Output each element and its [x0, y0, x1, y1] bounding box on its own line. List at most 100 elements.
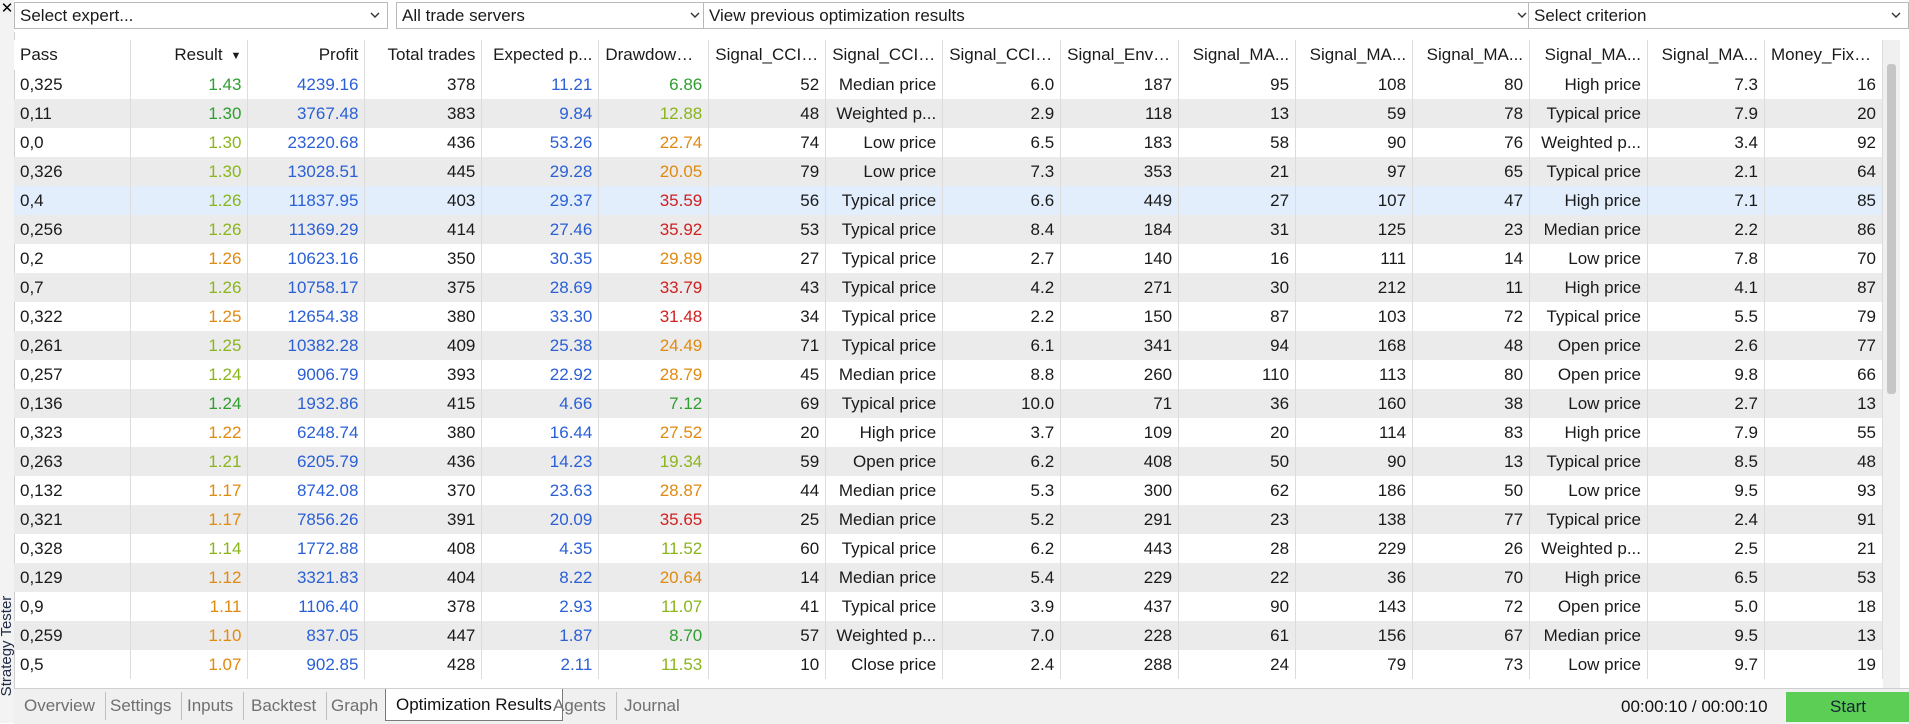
table-cell: 14	[1412, 244, 1531, 273]
table-cell: 183	[1060, 128, 1180, 157]
table-row[interactable]: 0,4 1.26 11837.95 403 29.37 35.59 56 Typical pr…	[14, 186, 1883, 215]
table-cell: Open price	[1529, 360, 1648, 389]
table-cell: 0,263	[14, 447, 132, 476]
table-cell: 14	[708, 563, 827, 592]
table-cell: High price	[1529, 563, 1648, 592]
table-cell: 48	[1412, 331, 1531, 360]
table-cell: 6.2	[942, 447, 1062, 476]
table-row[interactable]: 0,9 1.11 1106.40 378 2.93 11.07 41 Typical pric…	[14, 592, 1883, 621]
table-cell: 2.2	[1647, 215, 1765, 244]
table-cell: 27.52	[598, 418, 710, 447]
table-cell: 1.26	[130, 215, 249, 244]
table-row[interactable]: 0,263 1.21 6205.79 436 14.23 19.34 59 Open pric…	[14, 447, 1883, 476]
column-header[interactable]: Signal_MA...	[1295, 40, 1414, 70]
column-header[interactable]: Money_FixM...	[1764, 40, 1883, 70]
column-header[interactable]: Profit	[247, 40, 366, 70]
table-row[interactable]: 0,0 1.30 23220.68 436 53.26 22.74 74 Low price 6…	[14, 128, 1883, 157]
tab-optimization-results[interactable]: Optimization Results	[385, 689, 563, 721]
table-cell: 403	[364, 186, 483, 215]
table-cell: Typical price	[825, 534, 944, 563]
table-cell: 86	[1764, 215, 1883, 244]
table-cell: 408	[1060, 447, 1180, 476]
scrollbar-thumb[interactable]	[1887, 64, 1896, 394]
column-header[interactable]: Signal_MA...	[1529, 40, 1648, 70]
table-row[interactable]: 0,325 1.43 4239.16 378 11.21 6.86 52 Median pri…	[14, 70, 1883, 99]
tab-graph[interactable]: Graph	[321, 692, 390, 720]
table-cell: 20	[708, 418, 827, 447]
table-cell: 156	[1295, 621, 1414, 650]
table-cell: Low price	[1529, 389, 1648, 418]
table-cell: 90	[1178, 592, 1297, 621]
table-row[interactable]: 0,2 1.26 10623.16 350 30.35 29.89 27 Typical pr…	[14, 244, 1883, 273]
table-row[interactable]: 0,321 1.17 7856.26 391 20.09 35.65 25 Median pr…	[14, 505, 1883, 534]
table-row[interactable]: 0,322 1.25 12654.38 380 33.30 31.48 34 Typical …	[14, 302, 1883, 331]
table-row[interactable]: 0,5 1.07 902.85 428 2.11 11.53 10 Close price 2.…	[14, 650, 1883, 679]
table-row[interactable]: 0,256 1.26 11369.29 414 27.46 35.92 53 Typical …	[14, 215, 1883, 244]
table-cell: 271	[1060, 273, 1180, 302]
tab-overview[interactable]: Overview	[14, 692, 106, 720]
column-header[interactable]: Signal_MA...	[1647, 40, 1765, 70]
start-button[interactable]: Start	[1786, 692, 1909, 722]
criterion-select[interactable]: Select criterion	[1528, 2, 1909, 29]
table-cell: 9006.79	[247, 360, 366, 389]
column-header[interactable]: Drawdown ...	[598, 40, 710, 70]
table-cell: 56	[708, 186, 827, 215]
vertical-scrollbar[interactable]	[1883, 40, 1900, 688]
table-cell: 0,325	[14, 70, 132, 99]
tab-inputs[interactable]: Inputs	[177, 692, 245, 720]
tab-settings[interactable]: Settings	[100, 692, 183, 720]
table-cell: 23.63	[481, 476, 600, 505]
table-cell: 428	[364, 650, 483, 679]
table-row[interactable]: 0,259 1.10 837.05 447 1.87 8.70 57 Weighted p..…	[14, 621, 1883, 650]
column-header[interactable]: Signal_CCI_...	[825, 40, 944, 70]
table-cell: 7.9	[1647, 99, 1765, 128]
column-header[interactable]: Expected p...	[481, 40, 600, 70]
table-cell: 6.86	[598, 70, 710, 99]
table-cell: Typical price	[825, 244, 944, 273]
close-icon[interactable]: ✕	[0, 0, 14, 18]
table-row[interactable]: 0,11 1.30 3767.48 383 9.84 12.88 48 Weighted p.…	[14, 99, 1883, 128]
table-row[interactable]: 0,136 1.24 1932.86 415 4.66 7.12 69 Typical pri…	[14, 389, 1883, 418]
table-cell: 8.4	[942, 215, 1062, 244]
table-row[interactable]: 0,261 1.25 10382.28 409 25.38 24.49 71 Typical …	[14, 331, 1883, 360]
table-cell: Typical price	[825, 215, 944, 244]
column-header[interactable]: Signal_MA...	[1178, 40, 1297, 70]
table-row[interactable]: 0,326 1.30 13028.51 445 29.28 20.05 79 Low pric…	[14, 157, 1883, 186]
table-cell: 10758.17	[247, 273, 366, 302]
table-cell: 0,256	[14, 215, 132, 244]
table-row[interactable]: 0,323 1.22 6248.74 380 16.44 27.52 20 High pric…	[14, 418, 1883, 447]
expert-select[interactable]: Select expert...	[14, 2, 388, 29]
tab-journal[interactable]: Journal	[614, 692, 690, 720]
table-cell: 1.12	[130, 563, 249, 592]
tab-backtest[interactable]: Backtest	[241, 692, 328, 720]
server-select[interactable]: All trade servers	[396, 2, 708, 29]
table-cell: 229	[1060, 563, 1180, 592]
table-cell: 6.2	[942, 534, 1062, 563]
column-header[interactable]: Result ▼	[130, 40, 249, 70]
table-row[interactable]: 0,7 1.26 10758.17 375 28.69 33.79 43 Typical pr…	[14, 273, 1883, 302]
table-cell: 7.8	[1647, 244, 1765, 273]
table-row[interactable]: 0,129 1.12 3321.83 404 8.22 20.64 14 Median pri…	[14, 563, 1883, 592]
column-header[interactable]: Pass	[14, 40, 132, 70]
table-cell: 8.8	[942, 360, 1062, 389]
tab-agents[interactable]: Agents	[543, 692, 617, 720]
table-cell: 0,323	[14, 418, 132, 447]
table-cell: 31.48	[598, 302, 710, 331]
column-header[interactable]: Total trades	[364, 40, 483, 70]
column-header[interactable]: Signal_CCI_...	[942, 40, 1062, 70]
table-row[interactable]: 0,132 1.17 8742.08 370 23.63 28.87 44 Median pr…	[14, 476, 1883, 505]
table-row[interactable]: 0,257 1.24 9006.79 393 22.92 28.79 45 Median pr…	[14, 360, 1883, 389]
column-header[interactable]: Signal_MA...	[1412, 40, 1531, 70]
table-cell: 125	[1295, 215, 1414, 244]
table-cell: 64	[1764, 157, 1883, 186]
table-cell: 70	[1412, 563, 1531, 592]
column-header[interactable]: Signal_CCI_...	[708, 40, 827, 70]
previous-results-select[interactable]: View previous optimization results	[703, 2, 1535, 29]
table-cell: 13	[1178, 99, 1297, 128]
table-cell: Typical price	[1529, 99, 1648, 128]
table-row[interactable]: 0,328 1.14 1772.88 408 4.35 11.52 60 Typical pr…	[14, 534, 1883, 563]
column-header[interactable]: Signal_Enve...	[1060, 40, 1180, 70]
table-cell: 57	[708, 621, 827, 650]
table-cell: 16	[1764, 70, 1883, 99]
table-cell: 1.26	[130, 186, 249, 215]
